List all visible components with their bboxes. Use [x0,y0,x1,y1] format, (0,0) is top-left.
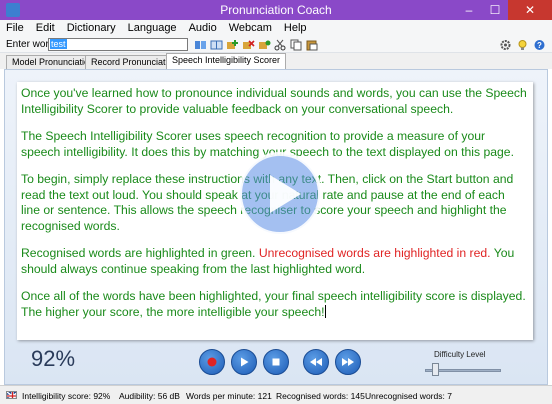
close-button[interactable]: ✕ [508,0,552,20]
maximize-button[interactable]: ☐ [482,0,508,20]
recognised-sentence: Recognised words are highlighted in gree… [21,246,256,260]
scorer-panel: Once you've learned how to pronounce ind… [4,69,548,385]
difficulty-label: Difficulty Level [434,350,486,359]
status-intelligibility: Intelligibility score: 92% [22,391,111,401]
cut-icon[interactable] [274,38,287,51]
rewind-icon [310,358,322,366]
menu-webcam[interactable]: Webcam [223,20,278,36]
status-bar: Intelligibility score: 92% Audibility: 5… [0,385,552,404]
video-play-overlay-icon[interactable] [237,151,323,237]
stop-icon [272,358,280,366]
delete-word-icon[interactable] [242,38,255,51]
difficulty-slider-thumb[interactable] [431,363,439,376]
toolbar: Enter word: test ? [0,36,552,53]
copy-icon[interactable] [290,38,303,51]
book-icon[interactable] [194,38,207,51]
final-score-text: Once all of the words have been highligh… [21,289,526,319]
text-caret [324,304,326,318]
record-button[interactable] [199,349,225,375]
menu-edit[interactable]: Edit [30,20,61,36]
menu-dictionary[interactable]: Dictionary [61,20,122,36]
tip-icon[interactable] [516,38,529,51]
play-button[interactable] [231,349,257,375]
tab-speech-intelligibility-scorer[interactable]: Speech Intelligibility Scorer [166,53,287,69]
paragraph-intro: Once you've learned how to pronounce ind… [21,86,527,116]
status-recognised-words: Recognised words: 145 [276,391,365,401]
paragraph-highlighting: Recognised words are highlighted in gree… [21,246,527,277]
status-audibility: Audibility: 56 dB [119,391,180,401]
minimize-button[interactable]: – [456,0,482,20]
tab-bar: Model Pronunciation Record Pronunciation… [0,53,552,69]
status-words-per-minute: Words per minute: 121 [186,391,272,401]
intelligibility-score: 92% [31,346,76,371]
menu-file[interactable]: File [0,20,30,36]
status-unrecognised-words: Unrecognised words: 7 [365,391,452,401]
help-icon[interactable]: ? [533,38,546,51]
add-word-icon[interactable] [226,38,239,51]
playback-controls [199,349,361,375]
unrecognised-sentence: Unrecognised words are highlighted in re… [258,246,491,260]
stop-button[interactable] [263,349,289,375]
menu-language[interactable]: Language [122,20,183,36]
svg-text:?: ? [537,41,542,50]
word-input-value: test [50,39,67,49]
menu-help[interactable]: Help [278,20,313,36]
paste-icon[interactable] [306,38,319,51]
play-icon [241,357,249,367]
paragraph-final-score: Once all of the words have been highligh… [21,289,527,320]
edit-word-icon[interactable] [258,38,271,51]
fast-forward-button[interactable] [335,349,361,375]
menu-audio[interactable]: Audio [183,20,223,36]
uk-flag-icon [6,391,17,399]
settings-icon[interactable] [499,38,512,51]
fast-forward-icon [342,358,354,366]
title-bar: Pronunciation Coach – ☐ ✕ [0,0,552,20]
record-icon [207,357,217,367]
word-input[interactable]: test [48,38,188,51]
menu-bar: File Edit Dictionary Language Audio Webc… [0,20,552,36]
rewind-button[interactable] [303,349,329,375]
dictionary-icon[interactable] [210,38,223,51]
